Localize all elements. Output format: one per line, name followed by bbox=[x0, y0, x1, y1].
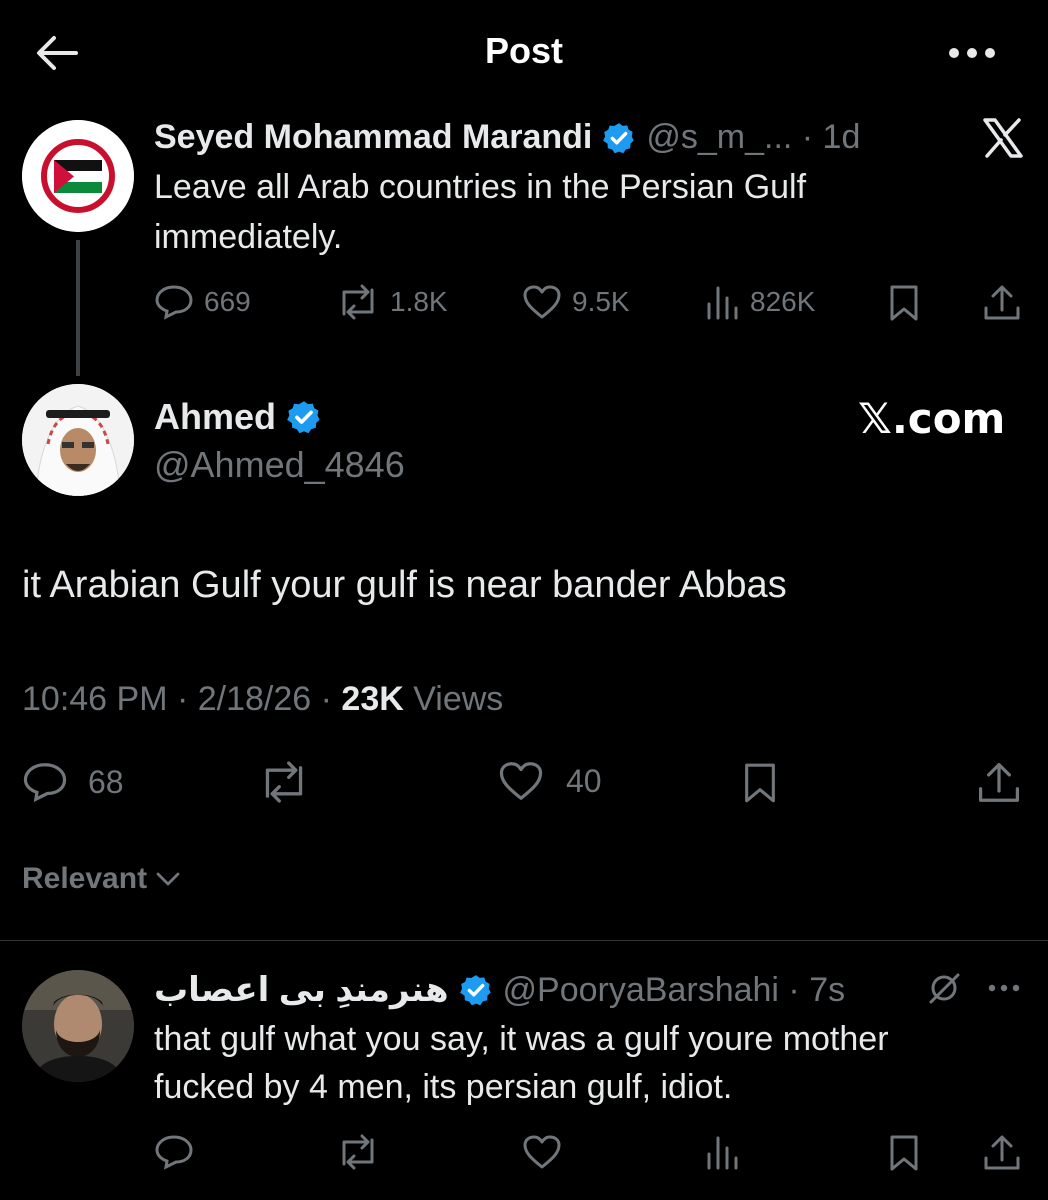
reply-text-line-2: fucked by 4 men, its persian gulf, idiot… bbox=[154, 1068, 733, 1106]
reply-like-button[interactable] bbox=[522, 1134, 562, 1170]
reply-icon bbox=[155, 1135, 193, 1170]
like-button[interactable]: 40 bbox=[498, 760, 602, 802]
reply-icon bbox=[155, 285, 193, 320]
reply-repost-button[interactable] bbox=[336, 1134, 380, 1170]
quoted-author-line: Seyed Mohammad Marandi @s_m_... · 1d bbox=[154, 118, 860, 157]
main-handle[interactable]: @Ahmed_4846 bbox=[154, 444, 405, 486]
heart-icon bbox=[523, 1135, 561, 1169]
reply-views-button[interactable] bbox=[704, 1134, 740, 1170]
verified-badge-icon bbox=[287, 401, 320, 434]
avatar[interactable] bbox=[22, 384, 134, 496]
heart-icon bbox=[523, 285, 561, 319]
post-page: Post Seyed Mohammad Marandi @s_m_... · 1… bbox=[0, 0, 1048, 1200]
bookmark-icon bbox=[890, 285, 918, 321]
reply-icon bbox=[23, 763, 67, 803]
quoted-bookmark-button[interactable] bbox=[886, 284, 922, 322]
views-chart-icon bbox=[707, 286, 738, 320]
chevron-down-icon bbox=[156, 872, 180, 886]
quoted-author-name[interactable]: Seyed Mohammad Marandi bbox=[154, 118, 592, 157]
verified-badge-icon bbox=[603, 122, 635, 153]
quoted-views-count: 826K bbox=[750, 286, 816, 317]
quoted-text-line-2: immediately. bbox=[154, 218, 343, 256]
views-chart-icon bbox=[707, 1136, 738, 1170]
avatar[interactable] bbox=[22, 120, 134, 232]
quoted-reply-button[interactable]: 669 bbox=[154, 284, 251, 320]
x-com-watermark: 𝕏.com bbox=[858, 394, 1006, 443]
repost-icon bbox=[342, 284, 374, 320]
save-gaza-logo bbox=[22, 120, 134, 232]
grok-icon bbox=[929, 973, 960, 1004]
main-post-text: it Arabian Gulf your gulf is near bander… bbox=[22, 564, 787, 606]
post-meta: 10:46 PM · 2/18/26 · 23K Views bbox=[22, 680, 503, 719]
reply-button[interactable]: 68 bbox=[22, 760, 124, 804]
quoted-text-line-1: Leave all Arab countries in the Persian … bbox=[154, 168, 807, 206]
reply-share-button[interactable] bbox=[982, 1134, 1022, 1172]
avatar-photo bbox=[22, 970, 134, 1082]
avatar[interactable] bbox=[22, 970, 134, 1082]
quoted-share-button[interactable] bbox=[982, 284, 1022, 322]
reply-handle-time[interactable]: @PooryaBarshahi · 7s bbox=[503, 971, 846, 1010]
bookmark-icon bbox=[745, 763, 775, 803]
quoted-handle-time[interactable]: @s_m_... · 1d bbox=[646, 118, 860, 157]
reply-text-line-1: that gulf what you say, it was a gulf yo… bbox=[154, 1020, 889, 1058]
reply-author-line: هنرمندِ بی اعصاب @PooryaBarshahi · 7s bbox=[154, 970, 845, 1010]
post-timestamp[interactable]: 10:46 PM · 2/18/26 · bbox=[22, 680, 341, 718]
page-title: Post bbox=[484, 30, 563, 71]
share-icon bbox=[984, 285, 1020, 320]
main-author-line: Ahmed bbox=[154, 396, 332, 438]
quoted-repost-count: 1.8K bbox=[390, 286, 448, 317]
quoted-reply-count: 669 bbox=[204, 286, 251, 317]
views-label: Views bbox=[403, 680, 504, 718]
reply-reply-button[interactable] bbox=[154, 1134, 194, 1170]
like-count: 40 bbox=[566, 762, 602, 799]
sort-dropdown[interactable]: Relevant bbox=[22, 862, 181, 896]
share-button[interactable] bbox=[976, 760, 1022, 806]
more-horizontal-icon bbox=[988, 984, 1020, 992]
views-count: 23K bbox=[341, 680, 404, 718]
main-author-name[interactable]: Ahmed bbox=[154, 396, 276, 438]
thread-line bbox=[76, 240, 80, 376]
quoted-like-button[interactable]: 9.5K bbox=[522, 284, 630, 320]
more-horizontal-icon bbox=[949, 48, 995, 58]
repost-icon bbox=[265, 761, 303, 803]
x-logo-icon bbox=[982, 118, 1024, 158]
sort-label: Relevant bbox=[22, 862, 148, 895]
reply-more-button[interactable] bbox=[984, 970, 1024, 1006]
share-icon bbox=[978, 762, 1020, 802]
reply-bookmark-button[interactable] bbox=[886, 1134, 922, 1172]
quoted-repost-button[interactable]: 1.8K bbox=[336, 284, 448, 320]
bookmark-icon bbox=[890, 1135, 918, 1171]
repost-icon bbox=[342, 1134, 374, 1170]
divider bbox=[0, 940, 1048, 941]
more-button[interactable] bbox=[940, 30, 1004, 76]
reply-author-name[interactable]: هنرمندِ بی اعصاب bbox=[154, 970, 449, 1010]
bookmark-button[interactable] bbox=[740, 760, 780, 806]
share-icon bbox=[984, 1135, 1020, 1170]
reply-count: 68 bbox=[88, 763, 124, 800]
avatar-photo bbox=[22, 384, 134, 496]
repost-button[interactable] bbox=[258, 760, 310, 804]
heart-icon bbox=[499, 762, 543, 800]
quoted-views-button[interactable]: 826K bbox=[704, 284, 815, 320]
verified-badge-icon bbox=[459, 975, 491, 1006]
quoted-like-count: 9.5K bbox=[572, 286, 630, 317]
grok-button[interactable] bbox=[926, 970, 962, 1006]
